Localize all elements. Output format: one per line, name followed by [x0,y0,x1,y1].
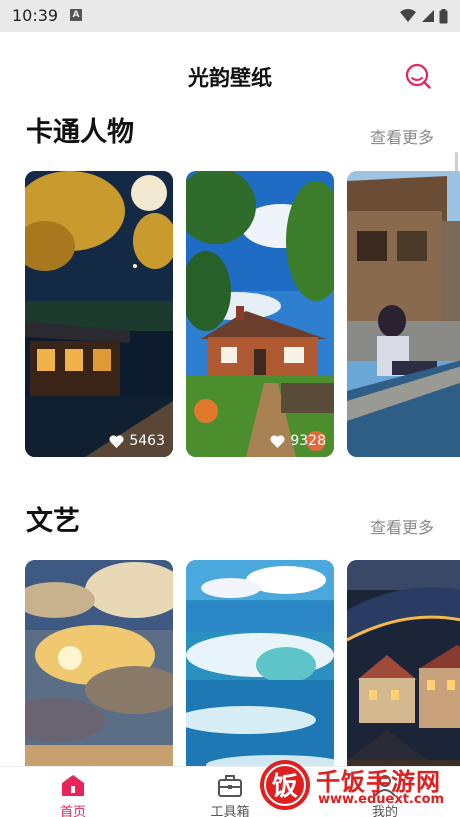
battery-icon [439,8,448,23]
wifi-icon [400,9,416,22]
see-more-cartoon-link[interactable]: 查看更多 [370,124,434,148]
wallpaper-image-city-night [347,560,460,766]
wallpaper-card[interactable] [347,560,460,766]
wallpaper-card[interactable] [186,560,334,766]
likes-count: 9328 [290,433,326,449]
wallpaper-card[interactable] [347,171,460,457]
a-box-icon: A [70,9,82,21]
search-icon[interactable] [404,62,432,90]
section-title-art: 文艺 [26,506,80,537]
page-title: 光韵壁纸 [188,66,272,90]
likes-counter: 5463 [109,433,165,449]
wallpaper-image-girl-canal [347,171,460,457]
site-watermark: 饭 千饭手游网 www.eduext.com [256,756,460,816]
wallpaper-image-ocean-waves [186,560,334,766]
main-content[interactable]: 光韵壁纸 卡通人物 查看更多 5463 9328 文艺 查看更多 [0,32,460,766]
svg-text:饭: 饭 [272,772,298,802]
home-icon [62,775,84,796]
tab-label: 首页 [59,805,86,817]
wallpaper-card[interactable] [25,560,173,766]
watermark-url: www.eduext.com [318,792,445,807]
heart-icon [109,434,124,448]
likes-count: 5463 [129,433,165,449]
wallpaper-image-cottage [186,171,334,457]
toolbox-icon [218,775,242,797]
wallpaper-card[interactable]: 9328 [186,171,334,457]
signal-icon [422,10,434,22]
see-more-art-link[interactable]: 查看更多 [370,514,434,538]
section-title-cartoon: 卡通人物 [26,117,134,148]
tab-home[interactable]: 首页 [28,771,118,817]
watermark-logo-icon: 饭 [260,760,310,810]
likes-counter: 9328 [270,433,326,449]
status-icons [399,8,448,24]
heart-icon [270,434,285,448]
wallpaper-image-night-pagoda [25,171,173,457]
status-time: 10:39 [12,6,59,25]
wallpaper-image-sunlit-clouds [25,560,173,766]
wallpaper-card[interactable]: 5463 [25,171,173,457]
status-bar: 10:39 A [0,0,460,32]
